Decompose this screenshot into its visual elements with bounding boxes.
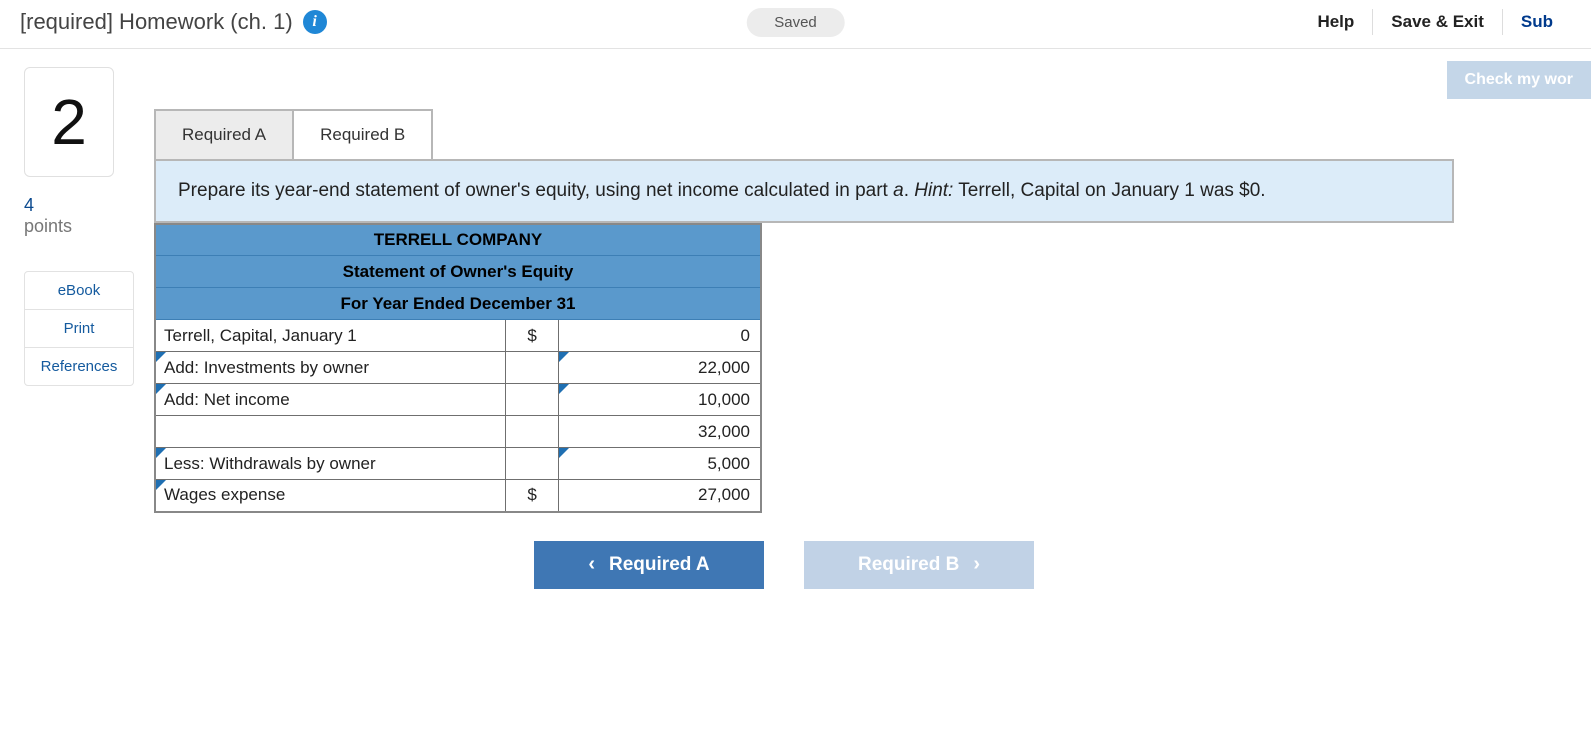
row-value: 27,000 (559, 480, 761, 512)
points: 4 points (24, 195, 154, 237)
content: 2 4 points eBook Print References Check … (0, 49, 1591, 589)
currency-symbol: $ (505, 320, 559, 352)
instruction-panel: Prepare its year-end statement of owner'… (154, 159, 1454, 223)
row-value[interactable]: 10,000 (559, 384, 761, 416)
side-links: eBook Print References (24, 271, 134, 386)
next-label: Required B (858, 554, 959, 576)
points-label: points (24, 216, 154, 237)
info-icon[interactable]: i (303, 10, 327, 34)
prev-label: Required A (609, 554, 710, 576)
references-link[interactable]: References (25, 347, 133, 385)
chevron-right-icon: › (973, 553, 980, 576)
tab-required-b[interactable]: Required B (294, 109, 433, 159)
question-number: 2 (24, 67, 114, 177)
row-value: 0 (559, 320, 761, 352)
hint-label: Hint: (914, 180, 953, 201)
main-panel: Check my wor Required A Required B Prepa… (154, 67, 1591, 589)
company-name: TERRELL COMPANY (155, 224, 761, 256)
instruction-text: Prepare its year-end statement of owner'… (178, 180, 893, 201)
row-value[interactable]: 22,000 (559, 352, 761, 384)
points-value: 4 (24, 195, 154, 216)
submit-button[interactable]: Sub (1503, 6, 1571, 38)
tab-required-a[interactable]: Required A (156, 109, 294, 159)
assignment-title: [required] Homework (ch. 1) (20, 9, 293, 35)
statement-period: For Year Ended December 31 (155, 288, 761, 320)
currency-symbol (505, 416, 559, 448)
instruction-text: . (904, 180, 915, 201)
sidebar: 2 4 points eBook Print References (24, 67, 154, 589)
instruction-part: a (893, 180, 904, 201)
chevron-left-icon: ‹ (588, 553, 595, 576)
row-label[interactable]: Add: Net income (155, 384, 505, 416)
currency-symbol (505, 352, 559, 384)
statement-table: TERRELL COMPANY Statement of Owner's Equ… (154, 223, 762, 513)
currency-symbol: $ (505, 480, 559, 512)
top-right-actions: Help Save & Exit Sub (1299, 6, 1571, 38)
statement-title: Statement of Owner's Equity (155, 256, 761, 288)
row-label (155, 416, 505, 448)
currency-symbol (505, 448, 559, 480)
prev-required-a-button[interactable]: ‹ Required A (534, 541, 764, 589)
row-value[interactable]: 5,000 (559, 448, 761, 480)
row-label[interactable]: Less: Withdrawals by owner (155, 448, 505, 480)
row-label[interactable]: Add: Investments by owner (155, 352, 505, 384)
ebook-link[interactable]: eBook (25, 272, 133, 309)
next-required-b-button[interactable]: Required B › (804, 541, 1034, 589)
check-my-work-button[interactable]: Check my wor (1447, 61, 1591, 99)
row-value: 32,000 (559, 416, 761, 448)
help-button[interactable]: Help (1299, 6, 1372, 38)
save-exit-button[interactable]: Save & Exit (1373, 6, 1502, 38)
print-link[interactable]: Print (25, 309, 133, 347)
currency-symbol (505, 384, 559, 416)
nav-row: ‹ Required A Required B › (534, 541, 1571, 589)
top-bar: [required] Homework (ch. 1) i Saved Help… (0, 0, 1591, 49)
row-label[interactable]: Wages expense (155, 480, 505, 512)
row-label: Terrell, Capital, January 1 (155, 320, 505, 352)
tabs: Required A Required B (154, 109, 1571, 159)
hint-text: Terrell, Capital on January 1 was $0. (953, 180, 1265, 201)
saved-status: Saved (746, 8, 845, 37)
